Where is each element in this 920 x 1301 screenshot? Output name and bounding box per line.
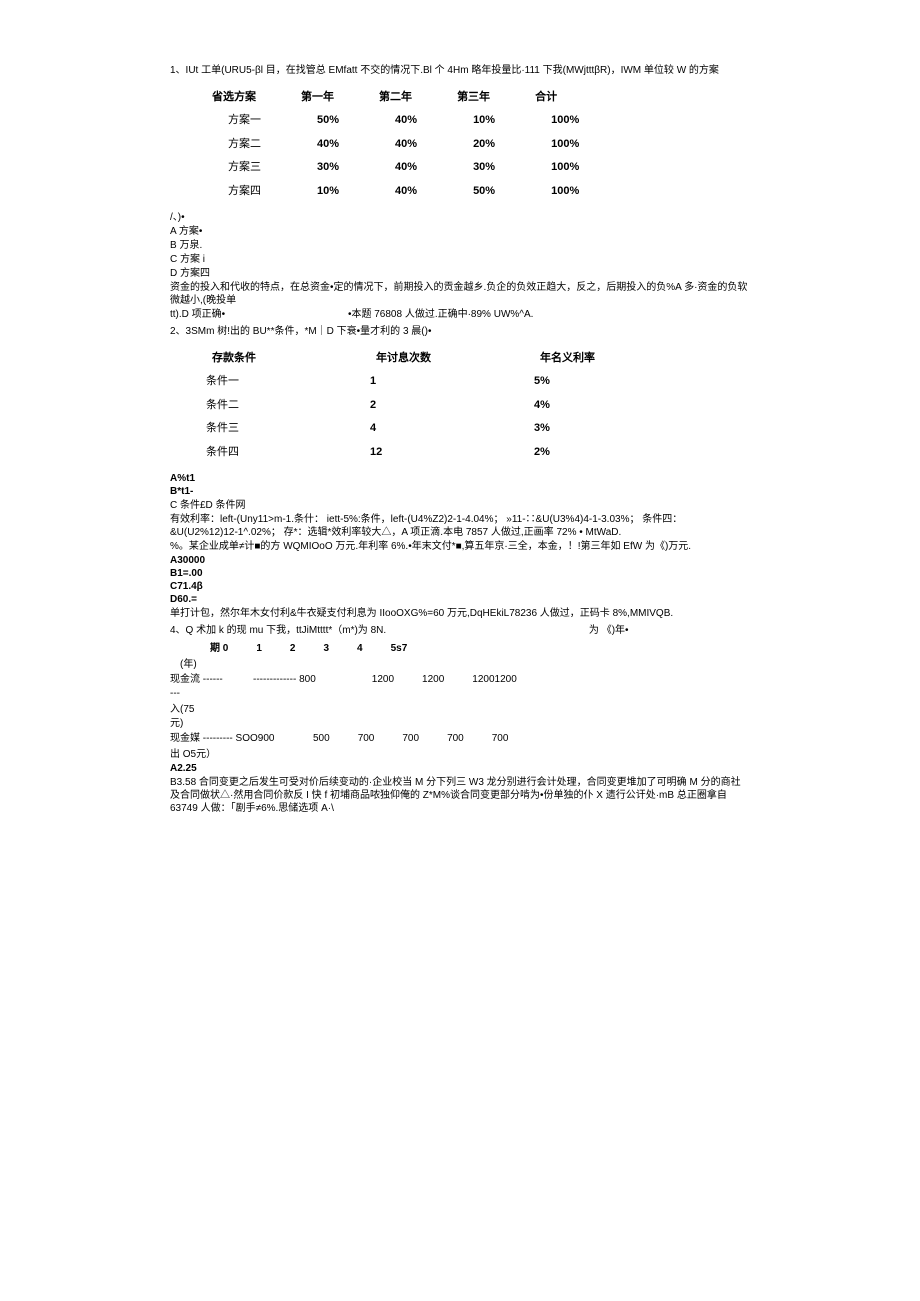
cf-val: 700 <box>447 732 464 746</box>
cf-val: 700 <box>492 732 509 746</box>
q2-opt: B1=.00 <box>170 567 750 580</box>
q2-opt: A30000 <box>170 554 750 567</box>
q1-note-right: •本题 76808 人做过.正确中·89% UW%^A. <box>348 309 533 320</box>
table-row: 方案一50%40%10%100% <box>200 109 607 132</box>
cf-val: 700 <box>402 732 419 746</box>
cf-val: ------------- 800 <box>253 673 316 701</box>
th: 年讨息次数 <box>364 347 528 370</box>
th: 省选方案 <box>200 86 289 109</box>
th: 合计 <box>523 86 607 109</box>
cf-line: 出 O5元） <box>170 748 750 761</box>
th: 年名义利率 <box>528 347 607 370</box>
cf-h: 4 <box>357 642 363 656</box>
table-header-row: 省选方案 第一年 第二年 第三年 合计 <box>200 86 607 109</box>
q1-option: B 万泉. <box>170 239 750 252</box>
q1-table: 省选方案 第一年 第二年 第三年 合计 方案一50%40%10%100% 方案二… <box>200 86 607 203</box>
table-row: 条件四122% <box>200 441 607 464</box>
q2-table: 存款条件 年讨息次数 年名义利率 条件一15% 条件二24% 条件三43% 条件… <box>200 347 607 464</box>
cf-year: (年) <box>180 658 750 671</box>
q4-text-left: 4、Q 术加 k 的现 mu 下我，ttJiMtttt*（m*)为 8N. <box>170 625 386 636</box>
table-header-row: 存款条件 年讨息次数 年名义利率 <box>200 347 607 370</box>
q1-option: C 方案 i <box>170 253 750 266</box>
table-row: 条件三43% <box>200 417 607 440</box>
q4-text: 4、Q 术加 k 的现 mu 下我，ttJiMtttt*（m*)为 8N. 为 … <box>170 624 750 638</box>
q2-opt: D60.= <box>170 593 750 606</box>
q2-opt: C71.4β <box>170 580 750 593</box>
q4-note: B3.58 合同变更之后发生可受对价后续变动的·企业校当 M 分下列三 W3 龙… <box>170 776 750 815</box>
th: 第三年 <box>445 86 523 109</box>
th: 存款条件 <box>200 347 364 370</box>
q1-note-left: tt).D 项正确• <box>170 309 225 320</box>
q4-opt: A2.25 <box>170 762 750 775</box>
th: 第一年 <box>289 86 367 109</box>
q4-text-right: 为 《)年• <box>589 625 629 636</box>
table-row: 条件二24% <box>200 394 607 417</box>
q2-note: 有效利率：left-(Uny11>m-1.条什： iett-5%:条件，left… <box>170 513 750 539</box>
q1-option: /、)• <box>170 211 750 224</box>
q2-opt: A%t1 <box>170 472 750 485</box>
cashflow-row: 现金流 --------- ------------- 800 1200 120… <box>170 673 750 701</box>
cf-val: 1200 <box>372 673 394 701</box>
cashflow-row: 现金媒 --------- SOO900 500 700 700 700 700 <box>170 732 750 746</box>
th: 第二年 <box>367 86 445 109</box>
cf-h: 期 0 <box>210 642 228 656</box>
q1-text: 1、IUt 工单(URU5-βl 目，在找管总 EMfatt 不交的情况下.Bl… <box>170 64 750 78</box>
cf-h: 1 <box>256 642 262 656</box>
table-row: 方案二40%40%20%100% <box>200 133 607 156</box>
q2-opt: B*t1- <box>170 485 750 498</box>
q1-option: D 方案四 <box>170 267 750 280</box>
q2-note: 单打计包，然尔年木女付利&牛衣疑支付利息为 IIooOXG%=60 万元,DqH… <box>170 607 750 620</box>
cf-val: 12001200 <box>472 673 517 701</box>
cf-line: 元) <box>170 717 750 730</box>
cf-val: 700 <box>358 732 375 746</box>
cashflow-header: 期 0 1 2 3 4 5s7 <box>210 642 750 656</box>
cf-h: 5s7 <box>391 642 408 656</box>
q1-note: 资金的投入和代收的特点，在总资金•定的情况下，前期投入的贡金越乡.负企的负效正趋… <box>170 281 750 307</box>
q2-opt: C 条件£D 条件网 <box>170 499 750 512</box>
q2-text: 2、3SMm 树!出的 BU**条件，*M｜D 下衰•量才利的 3 晨()• <box>170 325 750 339</box>
table-row: 方案四10%40%50%100% <box>200 180 607 203</box>
q1-note: tt).D 项正确• •本题 76808 人做过.正确中·89% UW%^A. <box>170 308 750 321</box>
cf-label: 现金流 --------- <box>170 673 225 701</box>
table-row: 条件一15% <box>200 370 607 393</box>
table-row: 方案三30%40%30%100% <box>200 156 607 179</box>
cf-line: 入(75 <box>170 703 750 716</box>
cf-label: 现金媒 --------- SOO900 <box>170 732 285 746</box>
cf-h: 3 <box>323 642 329 656</box>
cf-h: 2 <box>290 642 296 656</box>
cf-val: 1200 <box>422 673 444 701</box>
q1-option: A 方案• <box>170 225 750 238</box>
cf-val: 500 <box>313 732 330 746</box>
q2-note: %。某企业成单≠计■的方 WQMIOoO 万元.年利率 6%.•年末文付*■,算… <box>170 540 750 553</box>
